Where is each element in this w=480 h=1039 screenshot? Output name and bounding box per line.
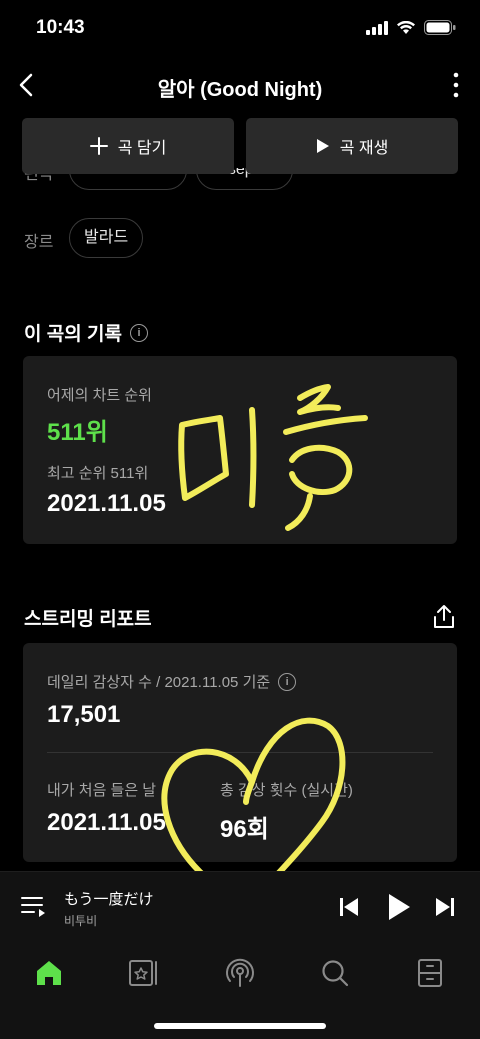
search-icon — [322, 960, 349, 987]
add-song-button[interactable]: 곡 담기 — [22, 118, 234, 174]
status-time: 10:43 — [36, 17, 85, 38]
divider — [47, 752, 433, 753]
info-icon[interactable]: i — [278, 672, 297, 691]
tab-search[interactable] — [310, 953, 360, 993]
skip-previous-icon — [340, 898, 358, 916]
info-icon[interactable]: i — [129, 323, 148, 342]
mini-player-artist: 비투비 — [64, 914, 98, 928]
storage-icon — [418, 959, 442, 987]
playlist-icon — [21, 897, 45, 917]
first-listen-label: 내가 처음 들은 날 — [47, 782, 157, 799]
status-bar: 10:43 — [0, 0, 480, 56]
signal-icon — [366, 20, 388, 35]
home-indicator — [154, 1023, 326, 1029]
streaming-section-title: 스트리밍 리포트 — [24, 604, 152, 631]
genre-chip[interactable]: 발라드 — [69, 218, 144, 258]
play-button[interactable] — [386, 892, 412, 927]
share-button[interactable] — [432, 604, 456, 630]
record-title-text: 이 곡의 기록 — [24, 324, 122, 345]
previous-button[interactable] — [338, 896, 360, 923]
mini-player[interactable]: もう一度だけ 비투비 — [0, 871, 480, 941]
daily-listeners-value: 17,501 — [47, 701, 121, 728]
more-vertical-icon — [453, 72, 459, 98]
yesterday-rank-label: 어제의 차트 순위 — [47, 387, 152, 404]
yesterday-rank-value: 511위 — [47, 419, 108, 446]
skip-next-icon — [436, 898, 454, 916]
first-listen-value: 2021.11.05 — [47, 809, 166, 836]
tab-bar — [0, 941, 480, 1039]
add-song-label: 곡 담기 — [117, 140, 167, 157]
daily-listeners-label-text: 데일리 감상자 수 / 2021.11.05 기준 — [47, 674, 271, 691]
daily-listeners-label: 데일리 감상자 수 / 2021.11.05 기준 i — [47, 671, 297, 692]
tab-home[interactable] — [24, 953, 74, 993]
total-plays-value: 96회 — [220, 816, 269, 843]
play-song-button[interactable]: 곡 재생 — [246, 118, 458, 174]
best-rank-label: 최고 순위 511위 — [47, 465, 149, 482]
total-plays-label: 총 감상 횟수 (실시간) — [220, 782, 353, 799]
home-icon — [37, 961, 61, 985]
tab-podcast[interactable] — [215, 953, 265, 993]
wifi-icon — [397, 20, 415, 34]
play-icon — [316, 139, 329, 153]
streaming-title-text: 스트리밍 리포트 — [24, 609, 152, 630]
page-title: 알아 (Good Night) — [157, 79, 323, 101]
next-button[interactable] — [434, 896, 456, 923]
podcast-icon — [226, 958, 254, 987]
playlist-button[interactable] — [20, 894, 48, 925]
streaming-card: 데일리 감상자 수 / 2021.11.05 기준 i 17,501 내가 처음… — [23, 643, 457, 862]
battery-icon — [424, 20, 456, 35]
play-song-label: 곡 재생 — [339, 140, 389, 157]
share-icon — [434, 605, 454, 628]
record-section-title: 이 곡의 기록 i — [24, 319, 148, 346]
tab-library[interactable] — [119, 953, 169, 993]
action-row: 곡 담기 곡 재생 — [22, 118, 458, 174]
plus-icon — [89, 137, 108, 155]
status-icons — [366, 20, 456, 35]
genre-label: 장르 — [24, 234, 54, 251]
more-button[interactable] — [444, 68, 468, 102]
record-card: 어제의 차트 순위 511위 최고 순위 511위 2021.11.05 — [23, 356, 457, 544]
header: 알아 (Good Night) — [0, 56, 480, 114]
best-rank-date: 2021.11.05 — [47, 490, 166, 517]
play-icon — [389, 894, 410, 920]
library-icon — [129, 960, 157, 986]
tab-storage[interactable] — [405, 953, 455, 993]
mini-player-title: もう一度だけ — [64, 891, 154, 908]
